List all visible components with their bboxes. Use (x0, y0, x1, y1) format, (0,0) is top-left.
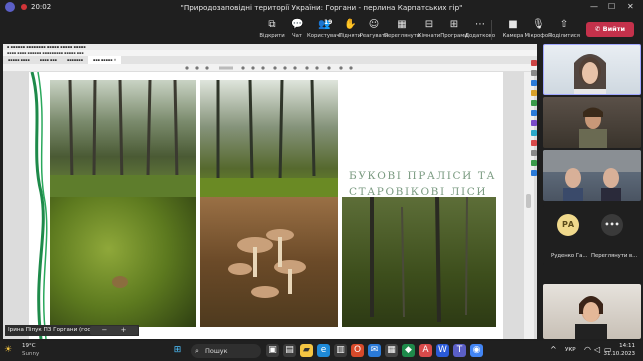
mic-icon: 🎙 (532, 19, 545, 30)
shared-tab: ▪▪▪▪▪▪▪ (66, 58, 84, 62)
more-icon: ⋯ (475, 19, 485, 30)
sidebar-app-icon[interactable] (531, 170, 537, 176)
chrome-icon[interactable]: ◉ (470, 344, 483, 357)
participant-avatars-row: РА ••• Руденко Га... Переглянути в... (543, 205, 641, 265)
react-icon: ☺ (368, 19, 380, 30)
weather-temp[interactable]: 19°C (22, 343, 36, 349)
pdf-scroll-thumb[interactable] (526, 194, 531, 208)
task-view-icon[interactable]: ▣ (266, 344, 279, 357)
chat-label: Чат (292, 33, 302, 39)
moss-photo (50, 197, 196, 327)
language-indicator[interactable]: УКР (565, 347, 576, 353)
windows-start-icon[interactable]: ⊞ (171, 344, 184, 357)
pdf-toolbar (3, 64, 537, 72)
leaf-decoration (30, 72, 48, 339)
presenter-name: Ірина Піпук ПЗ Горгани (гость) (8, 327, 100, 333)
more-participants-icon[interactable]: ••• (601, 214, 623, 236)
sidebar-app-icon[interactable] (531, 90, 537, 96)
video-tile[interactable] (543, 150, 641, 201)
mail-icon[interactable]: ✉ (368, 344, 381, 357)
forest-photo-3 (342, 197, 496, 327)
video-tile[interactable] (543, 284, 641, 339)
shared-tab-active: ▪▪▪ ▪▪▪▪▪ ✕ (88, 56, 122, 64)
app-icon[interactable]: ◆ (402, 344, 415, 357)
sidebar-app-icon[interactable] (531, 80, 537, 86)
share-icon: ⇧ (559, 19, 569, 30)
taskbar-time[interactable]: 14:11 (619, 343, 635, 349)
camera-icon: ■ (508, 19, 518, 30)
sidebar-app-icon[interactable] (531, 130, 537, 136)
shared-app-tabs: ▪▪▪▪▪ ▪▪▪▪ ▪▪▪▪ ▪▪▪ ▪▪▪▪▪▪▪ ▪▪▪ ▪▪▪▪▪ ✕ (3, 56, 537, 64)
sidebar-app-icon[interactable] (531, 70, 537, 76)
phone-hangup-icon: ✆ (594, 25, 603, 33)
taskbar-search[interactable]: ⌕ Пошук (191, 344, 261, 358)
search-icon: ⌕ (195, 347, 199, 355)
sidebar-app-icon[interactable] (531, 150, 537, 156)
sidebar-app-icon[interactable] (531, 160, 537, 166)
open-icon: ⧉ (268, 19, 276, 30)
view-icon: ▦ (397, 19, 407, 30)
view-all-participants-link[interactable]: Переглянути в... (591, 253, 637, 259)
chat-icon: 💬 (291, 19, 304, 30)
video-tile[interactable] (543, 44, 641, 95)
edge-icon[interactable]: e (317, 344, 330, 357)
weather-sun-icon: ☀ (4, 345, 13, 355)
sidebar-app-icon[interactable] (531, 120, 537, 126)
participant-avatar[interactable]: РА (557, 214, 579, 236)
mushroom-photo (200, 197, 338, 327)
meeting-toolbar: ⧉ Відкрити 💬 Чат 👥 Користувачі 19 ✋ Підн… (0, 16, 643, 44)
apps-icon: ⊞ (449, 19, 459, 30)
app-icon[interactable]: ▦ (385, 344, 398, 357)
presenter-caption: Ірина Піпук ПЗ Горгани (гость) − + (5, 325, 139, 336)
store-icon[interactable]: ▥ (334, 344, 347, 357)
office-icon[interactable]: O (351, 344, 364, 357)
speaker-icon[interactable]: ◁ (594, 345, 600, 354)
shared-tab: ▪▪▪▪▪ ▪▪▪▪ (8, 58, 30, 62)
close-icon[interactable]: ✕ (627, 2, 634, 11)
widgets-icon[interactable]: ▤ (283, 344, 296, 357)
forest-photo-2 (200, 80, 338, 198)
battery-icon[interactable]: ▭ (604, 345, 612, 354)
chevron-up-icon[interactable]: ^ (550, 345, 557, 354)
more-button[interactable]: ⋯ Додатково (462, 19, 498, 39)
sidebar-app-icon[interactable] (531, 140, 537, 146)
participant-name: Руденко Га... (551, 253, 588, 259)
shared-tab: ▪▪▪▪ ▪▪▪ (39, 58, 57, 62)
pdf-reader-icon[interactable]: A (419, 344, 432, 357)
leave-button[interactable]: ✆ Вийти (586, 22, 634, 37)
zoom-controls: − + (90, 326, 138, 335)
wifi-icon[interactable]: ◠ (584, 345, 591, 354)
sidebar-app-icon[interactable] (531, 110, 537, 116)
teams-icon[interactable]: T (453, 344, 466, 357)
share-button[interactable]: ⇧ Поділитися (546, 19, 582, 39)
meeting-title-bar: 20:02 "Природозаповідні території Україн… (0, 0, 643, 16)
sidebar-app-icon[interactable] (531, 60, 537, 66)
toolbar-divider (491, 20, 492, 40)
file-explorer-icon[interactable]: ▰ (300, 344, 313, 357)
zoom-out-button[interactable]: − (101, 326, 107, 334)
maximize-icon[interactable]: ☐ (608, 2, 615, 11)
shared-screen: ▪ ▪▪▪▪▪▪ ▪▪▪▪▪▪▪▪ ▪▪▪▪▪ ▪▪▪▪▪ ▪▪▪▪▪ ▪▪▪▪… (3, 44, 537, 339)
search-label: Пошук (205, 347, 228, 355)
sidebar-app-icon[interactable] (531, 100, 537, 106)
minimize-icon[interactable]: — (590, 2, 598, 11)
video-tile[interactable] (543, 97, 641, 148)
share-label: Поділитися (548, 33, 580, 39)
word-icon[interactable]: W (436, 344, 449, 357)
rooms-icon: ⊟ (424, 19, 434, 30)
raise-hand-icon: ✋ (344, 19, 357, 30)
meeting-title: "Природозаповідні території України: Гор… (180, 3, 463, 12)
forest-photo-1 (50, 80, 196, 198)
leave-label: Вийти (602, 25, 626, 33)
slide-title: БУКОВІ ПРАЛІСИ ТА СТАРОВІКОВІ ЛІСИ (349, 170, 497, 198)
weather-desc: Sunny (22, 351, 40, 357)
zoom-in-button[interactable]: + (121, 326, 127, 334)
